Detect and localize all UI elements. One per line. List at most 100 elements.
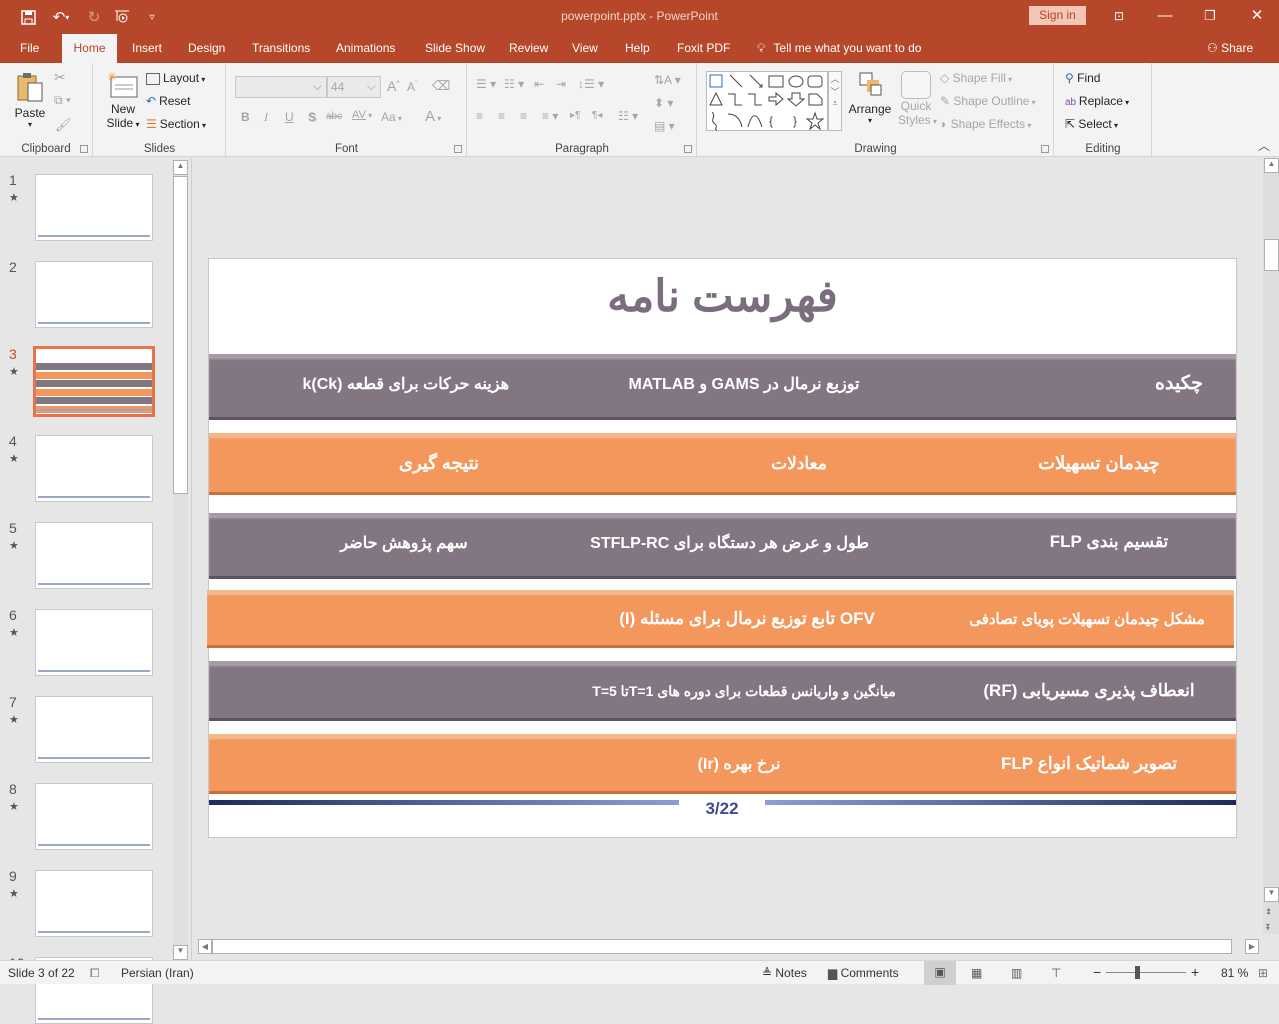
justify-icon[interactable]: ≡ ▾ [542, 109, 558, 123]
editor-horizontal-scrollbar[interactable]: ◀ ▶ [196, 939, 1262, 955]
close-button[interactable]: ✕ [1242, 5, 1272, 27]
scroll-right-icon[interactable]: ▶ [1245, 939, 1259, 954]
section-button[interactable]: ☰ Section ▾ [146, 117, 206, 131]
thumbnail-scrollbar[interactable]: ▲ ▼ [173, 160, 188, 960]
strikethrough-button[interactable]: abc [326, 111, 342, 122]
slide-thumbnail[interactable] [35, 783, 153, 850]
slide-thumbnail[interactable] [35, 174, 153, 241]
font-color-button[interactable]: A ▾ [425, 108, 441, 125]
decrease-font-size-icon[interactable]: Aˇ [407, 80, 417, 94]
slide-thumbnail[interactable] [33, 346, 155, 417]
toc-item[interactable]: معادلات [709, 454, 889, 474]
tab-foxit-pdf[interactable]: Foxit PDF [668, 34, 739, 63]
shapes-gallery[interactable]: { } [706, 71, 828, 131]
shape-fill-button[interactable]: ◇ Shape Fill ▾ [940, 71, 1012, 85]
tab-view[interactable]: View [563, 34, 607, 63]
toc-item[interactable]: چیدمان تسهیلات [1009, 453, 1189, 474]
fit-slide-icon[interactable]: ⊞ [1258, 966, 1268, 980]
thumbnail-scroll-thumb[interactable] [173, 176, 188, 494]
tab-insert[interactable]: Insert [123, 34, 171, 63]
minimize-button[interactable]: — [1150, 5, 1180, 27]
smartart-icon[interactable]: ▤ ▾ [654, 119, 675, 133]
toc-item[interactable]: انعطاف پذیری مسیریابی (RF) [979, 681, 1199, 701]
toc-item[interactable]: نتیجه گیری [349, 453, 529, 474]
zoom-in-button[interactable]: + [1191, 964, 1199, 980]
zoom-out-button[interactable]: − [1093, 964, 1101, 980]
numbering-icon[interactable]: ☷ ▾ [504, 77, 524, 91]
slide-show-view-icon[interactable]: ⊤ [1051, 966, 1061, 980]
underline-button[interactable]: U [285, 110, 294, 124]
slide-thumbnail[interactable] [35, 522, 153, 589]
tab-review[interactable]: Review [500, 34, 557, 63]
tab-transitions[interactable]: Transitions [243, 34, 319, 63]
bold-button[interactable]: B [241, 110, 250, 124]
tab-home[interactable]: Home [62, 34, 117, 63]
align-left-icon[interactable]: ≡ [476, 109, 483, 123]
shapes-gallery-scroll[interactable]: ︿ ﹀ ⩡ [828, 71, 842, 131]
comments-button[interactable]: ▆ Comments [828, 966, 899, 980]
align-right-icon[interactable]: ≡ [520, 109, 527, 123]
ltr-icon[interactable]: ▸¶ [570, 110, 580, 121]
find-button[interactable]: ⚲ Find [1065, 71, 1100, 85]
reset-button[interactable]: ↶ Reset [146, 94, 190, 108]
toc-item[interactable]: تقسیم بندی FLP [1009, 532, 1209, 552]
increase-indent-icon[interactable]: ⇥ [556, 77, 566, 91]
paste-button[interactable]: Paste ▾ [12, 71, 48, 129]
toc-item[interactable]: سهم پژوهش حاضر [319, 533, 489, 553]
paragraph-launcher-icon[interactable] [684, 145, 692, 153]
font-name-select[interactable]: ⌵ [235, 76, 327, 98]
replace-button[interactable]: ab Replace ▾ [1065, 94, 1129, 108]
scroll-down-icon[interactable]: ▼ [1264, 887, 1279, 902]
zoom-slider-thumb[interactable] [1135, 966, 1140, 979]
collapse-ribbon-icon[interactable]: ︿ [1258, 137, 1270, 154]
arrange-button[interactable]: Arrange ▾ [848, 71, 892, 125]
text-shadow-button[interactable]: S [308, 110, 316, 124]
tell-me-box[interactable]: 💡︎ Tell me what you want to do [748, 34, 930, 63]
bullets-icon[interactable]: ☰ ▾ [476, 77, 496, 91]
cut-icon[interactable]: ✂ [54, 69, 66, 86]
increase-font-size-icon[interactable]: A^ [387, 78, 400, 94]
copy-icon[interactable]: ⧉ ▾ [54, 93, 71, 108]
editor-scroll-thumb[interactable] [1264, 239, 1279, 271]
share-button[interactable]: ⚇ Share [1198, 34, 1262, 63]
font-launcher-icon[interactable] [454, 145, 462, 153]
scroll-up-icon[interactable]: ▲ [173, 160, 188, 175]
next-slide-icon[interactable]: ⏬︎ [1266, 922, 1271, 933]
language-indicator[interactable]: Persian (Iran) [121, 966, 194, 980]
horizontal-scroll-thumb[interactable] [212, 939, 1232, 954]
select-button[interactable]: ⇱ Select ▾ [1065, 117, 1118, 131]
toc-item[interactable]: OFV تابع توزیع نرمال برای مسئله (I) [617, 609, 877, 629]
tab-animations[interactable]: Animations [327, 34, 404, 63]
slide-thumbnail[interactable] [35, 696, 153, 763]
slide-thumbnail[interactable] [35, 870, 153, 937]
sign-in-button[interactable]: Sign in [1029, 6, 1086, 25]
decrease-indent-icon[interactable]: ⇤ [534, 77, 544, 91]
quick-styles-button[interactable]: Quick Styles ▾ [898, 71, 937, 127]
scroll-up-icon[interactable]: ▲ [1264, 158, 1279, 173]
new-slide-button[interactable]: ✳ New Slide ▾ [104, 70, 142, 130]
tab-file[interactable]: File [11, 34, 48, 63]
notes-button[interactable]: ≜ Notes [762, 966, 807, 980]
align-center-icon[interactable]: ≡ [498, 109, 505, 123]
tab-slide-show[interactable]: Slide Show [416, 34, 494, 63]
reading-view-icon[interactable]: ▥ [1011, 966, 1022, 980]
drawing-launcher-icon[interactable] [1041, 145, 1049, 153]
shape-outline-button[interactable]: ✎ Shape Outline ▾ [940, 94, 1036, 108]
previous-slide-icon[interactable]: ⏫︎ [1266, 906, 1271, 917]
slide-canvas[interactable]: فهرست نامه چکیده توزیع نرمال در GAMS و MA… [207, 258, 1237, 838]
character-spacing-button[interactable]: AV ▾ [352, 109, 372, 121]
scroll-down-icon[interactable]: ▼ [173, 945, 188, 960]
clear-formatting-icon[interactable]: ⌫ [432, 78, 450, 94]
text-direction-icon[interactable]: ⇅A ▾ [654, 73, 681, 87]
toc-item[interactable]: تصویر شماتیک انواع FLP [979, 754, 1199, 774]
toc-item[interactable]: مشکل چیدمان تسهیلات پویای تصادفی [967, 610, 1207, 628]
ribbon-display-options-icon[interactable]: ⊡ [1104, 5, 1134, 27]
toc-item[interactable]: میانگین و واریانس قطعات برای دوره های T=… [584, 683, 904, 700]
tab-design[interactable]: Design [179, 34, 234, 63]
zoom-level[interactable]: 81 % [1221, 966, 1248, 980]
toc-item[interactable]: توزیع نرمال در GAMS و MATLAB [619, 374, 869, 394]
toc-item[interactable]: نرخ بهره (Ir) [689, 754, 789, 774]
font-size-select[interactable]: 44 ⌵ [327, 76, 381, 98]
layout-button[interactable]: Layout ▾ [146, 71, 205, 85]
tab-help[interactable]: Help [616, 34, 659, 63]
